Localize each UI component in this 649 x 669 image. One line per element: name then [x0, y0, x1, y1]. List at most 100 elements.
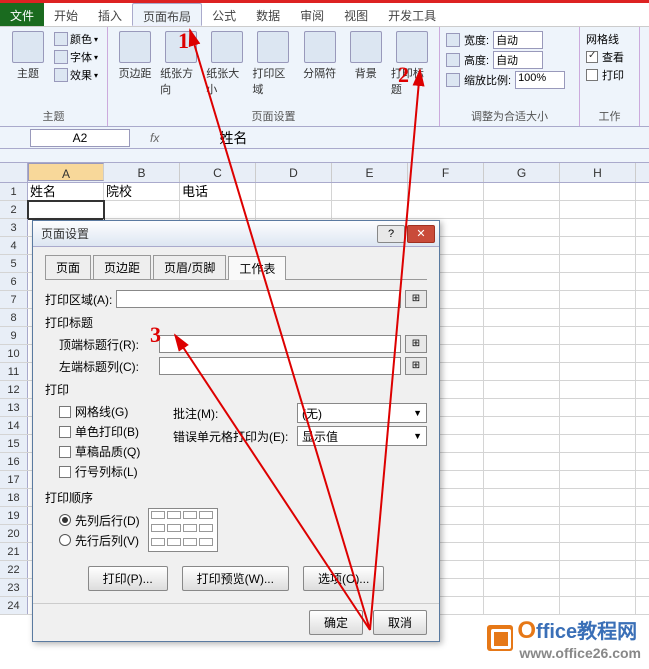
top-rows-picker-icon[interactable]: ⊞ — [405, 335, 427, 353]
cell[interactable]: 姓名 — [28, 183, 104, 200]
col-header-d[interactable]: D — [256, 163, 332, 182]
tab-review[interactable]: 审阅 — [290, 3, 334, 26]
ribbon-tabs: 文件 开始 插入 页面布局 公式 数据 审阅 视图 开发工具 — [0, 3, 649, 27]
col-header-b[interactable]: B — [104, 163, 180, 182]
height-icon — [446, 53, 460, 67]
group-gridlines-label: 工作 — [586, 106, 633, 124]
top-rows-input[interactable] — [159, 335, 401, 353]
margins-button[interactable]: 页边距 — [114, 31, 156, 97]
chevron-down-icon: ▼ — [413, 408, 422, 418]
fonts-icon — [54, 50, 68, 64]
background-button[interactable]: 背景 — [345, 31, 387, 97]
bw-checkbox[interactable] — [59, 426, 71, 438]
breaks-button[interactable]: 分隔符 — [299, 31, 341, 97]
page-setup-dialog: 页面设置 ? ✕ 页面 页边距 页眉/页脚 工作表 打印区域(A): ⊞ 打印标… — [32, 220, 440, 642]
print-area-picker-icon[interactable]: ⊞ — [405, 290, 427, 308]
row-header[interactable]: 1 — [0, 183, 28, 200]
col-header-c[interactable]: C — [180, 163, 256, 182]
dlgtab-headerfooter[interactable]: 页眉/页脚 — [153, 255, 226, 279]
size-button[interactable]: 纸张大小 — [206, 31, 248, 97]
left-cols-input[interactable] — [159, 357, 401, 375]
cell[interactable]: 院校 — [104, 183, 180, 200]
over-down-radio[interactable] — [59, 534, 71, 546]
tab-developer[interactable]: 开发工具 — [378, 3, 446, 26]
col-header-g[interactable]: G — [484, 163, 560, 182]
dlgtab-sheet[interactable]: 工作表 — [228, 256, 286, 280]
group-pagesetup-label: 页面设置 — [114, 106, 433, 124]
height-select[interactable]: 自动 — [493, 51, 543, 69]
print-area-input[interactable] — [116, 290, 401, 308]
print-order-section: 打印顺序 — [45, 489, 427, 506]
effects-button[interactable]: 效果▾ — [54, 67, 98, 83]
print-button[interactable]: 打印(P)... — [88, 566, 168, 591]
row-header[interactable]: 2 — [0, 201, 28, 218]
tab-file[interactable]: 文件 — [0, 3, 44, 26]
gridlines-checkbox[interactable] — [59, 406, 71, 418]
dlgtab-margins[interactable]: 页边距 — [93, 255, 151, 279]
fonts-button[interactable]: 字体▾ — [54, 49, 98, 65]
col-header-h[interactable]: H — [560, 163, 636, 182]
cell[interactable]: 电话 — [180, 183, 256, 200]
comments-combo[interactable]: (无)▼ — [297, 403, 427, 423]
errors-label: 错误单元格打印为(E): — [173, 428, 293, 445]
print-titles-icon — [396, 31, 428, 63]
size-icon — [211, 31, 243, 63]
tab-home[interactable]: 开始 — [44, 3, 88, 26]
close-button[interactable]: ✕ — [407, 225, 435, 243]
watermark: Office教程网 www.office26.com — [487, 615, 641, 661]
down-over-radio[interactable] — [59, 514, 71, 526]
tab-page-layout[interactable]: 页面布局 — [132, 3, 202, 26]
name-box[interactable]: A2 — [30, 129, 130, 147]
col-header-e[interactable]: E — [332, 163, 408, 182]
dialog-titlebar[interactable]: 页面设置 ? ✕ — [33, 221, 439, 247]
column-headers: A B C D E F G H — [0, 163, 649, 183]
watermark-icon — [487, 625, 513, 651]
print-area-label: 打印区域(A): — [45, 291, 112, 308]
tab-formulas[interactable]: 公式 — [202, 3, 246, 26]
left-cols-label: 左端标题列(C): — [59, 358, 155, 375]
left-cols-picker-icon[interactable]: ⊞ — [405, 357, 427, 375]
tab-insert[interactable]: 插入 — [88, 3, 132, 26]
cancel-button[interactable]: 取消 — [373, 610, 427, 635]
tab-data[interactable]: 数据 — [246, 3, 290, 26]
draft-checkbox[interactable] — [59, 446, 71, 458]
orientation-button[interactable]: 纸张方向 — [160, 31, 202, 97]
gridlines-view-checkbox[interactable] — [586, 51, 598, 63]
width-select[interactable]: 自动 — [493, 31, 543, 49]
gridlines-print-checkbox[interactable] — [586, 69, 598, 81]
errors-combo[interactable]: 显示值▼ — [297, 426, 427, 446]
print-titles-section: 打印标题 — [45, 314, 427, 331]
print-titles-button[interactable]: 打印标题 — [391, 31, 433, 97]
col-header-f[interactable]: F — [408, 163, 484, 182]
width-icon — [446, 33, 460, 47]
select-all-corner[interactable] — [0, 163, 28, 182]
tab-view[interactable]: 视图 — [334, 3, 378, 26]
col-header-a[interactable]: A — [28, 163, 104, 181]
ok-button[interactable]: 确定 — [309, 610, 363, 635]
ribbon: 主题 颜色▾ 字体▾ 效果▾ 主题 页边距 纸张方向 纸张大小 打印区域 分隔符… — [0, 27, 649, 127]
orientation-icon — [165, 31, 197, 63]
dlgtab-page[interactable]: 页面 — [45, 255, 91, 279]
group-scale-label: 调整为合适大小 — [446, 106, 573, 124]
fx-icon[interactable]: fx — [150, 131, 159, 145]
top-rows-label: 顶端标题行(R): — [59, 336, 155, 353]
effects-icon — [54, 68, 68, 82]
colors-button[interactable]: 颜色▾ — [54, 31, 98, 47]
themes-button[interactable]: 主题 — [6, 31, 50, 83]
rowcol-checkbox[interactable] — [59, 466, 71, 478]
formula-value[interactable]: 姓名 — [219, 128, 247, 148]
printarea-button[interactable]: 打印区域 — [252, 31, 294, 97]
scale-select[interactable]: 100% — [515, 71, 565, 89]
help-button[interactable]: ? — [377, 225, 405, 243]
cell-selected[interactable] — [28, 201, 104, 219]
dialog-title: 页面设置 — [41, 225, 89, 242]
themes-label: 主题 — [17, 65, 39, 81]
colors-icon — [54, 32, 68, 46]
preview-button[interactable]: 打印预览(W)... — [182, 566, 289, 591]
chevron-down-icon: ▼ — [413, 431, 422, 441]
print-order-preview-icon — [148, 508, 218, 552]
height-label: 高度: — [464, 52, 489, 68]
print-section: 打印 — [45, 381, 427, 398]
comments-label: 批注(M): — [173, 405, 293, 422]
options-button[interactable]: 选项(O)... — [303, 566, 384, 591]
